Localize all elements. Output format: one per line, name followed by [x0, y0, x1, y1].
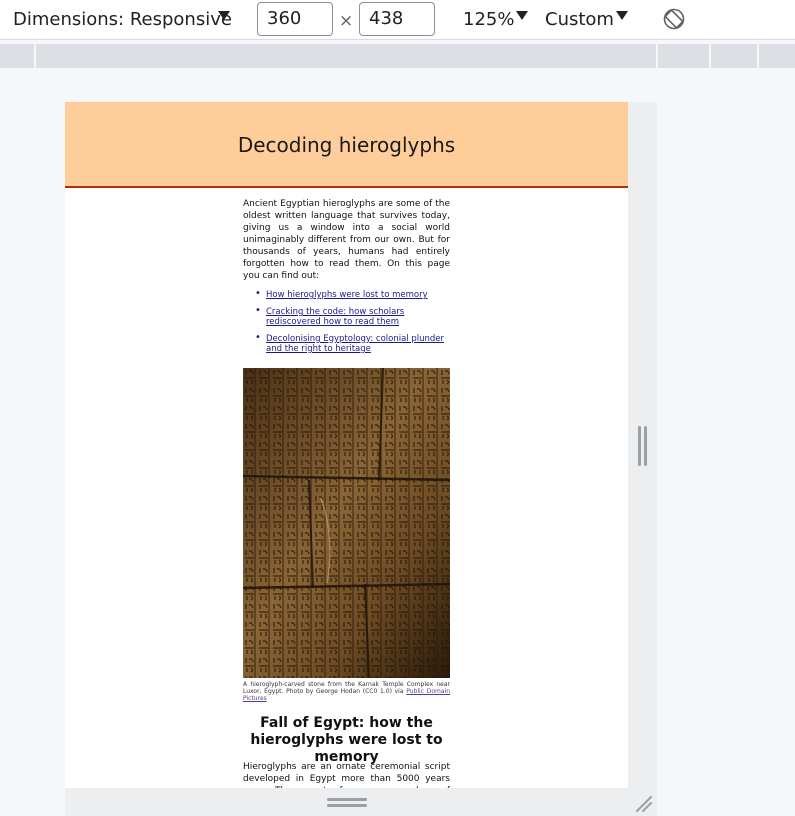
zoom-dropdown[interactable]: 125% — [463, 9, 514, 30]
dimensions-dropdown[interactable]: Dimensions: Responsive — [13, 9, 232, 30]
page-title: Decoding hieroglyphs — [237, 133, 456, 157]
throttle-dropdown[interactable]: Custom — [545, 9, 614, 30]
link-lost-to-memory[interactable]: How hieroglyphs were lost to memory — [266, 290, 428, 300]
list-item: Cracking the code: how scholars rediscov… — [243, 306, 450, 327]
link-decolonising-egyptology[interactable]: Decolonising Egyptology: colonial plunde… — [266, 334, 444, 354]
section-heading: Fall of Egypt: how the hieroglyphs were … — [250, 715, 443, 765]
image-caption: A hieroglyph-carved stone from the Karna… — [243, 681, 450, 702]
contents-list: How hieroglyphs were lost to memory Crac… — [243, 289, 450, 361]
height-input[interactable]: 438 — [359, 2, 435, 36]
dimensions-chevron-down-icon[interactable] — [218, 11, 230, 20]
vertical-resize-handle-icon[interactable] — [638, 426, 648, 466]
zoom-chevron-down-icon[interactable] — [516, 11, 528, 20]
link-cracking-the-code[interactable]: Cracking the code: how scholars rediscov… — [266, 307, 404, 327]
hieroglyph-stone-image — [243, 368, 450, 678]
rotate-icon[interactable] — [662, 7, 686, 31]
throttle-chevron-down-icon[interactable] — [616, 11, 628, 20]
media-query-bar[interactable] — [0, 44, 795, 68]
list-item: How hieroglyphs were lost to memory — [243, 289, 450, 300]
device-toolbar: Dimensions: Responsive 360 × 438 125% Cu… — [0, 0, 795, 40]
section-paragraph: Hieroglyphs are an ornate ceremonial scr… — [243, 762, 450, 788]
width-input[interactable]: 360 — [257, 2, 333, 36]
page-header: Decoding hieroglyphs — [65, 102, 628, 188]
horizontal-resize-handle-icon[interactable] — [327, 798, 367, 808]
list-item: Decolonising Egyptology: colonial plunde… — [243, 333, 450, 354]
corner-resize-icon[interactable] — [633, 793, 655, 813]
emulated-viewport[interactable]: Decoding hieroglyphs Ancient Egyptian hi… — [65, 102, 628, 788]
hieroglyph-photo-icon — [243, 368, 450, 678]
intro-paragraph: Ancient Egyptian hieroglyphs are some of… — [243, 199, 450, 281]
times-separator: × — [339, 11, 354, 31]
